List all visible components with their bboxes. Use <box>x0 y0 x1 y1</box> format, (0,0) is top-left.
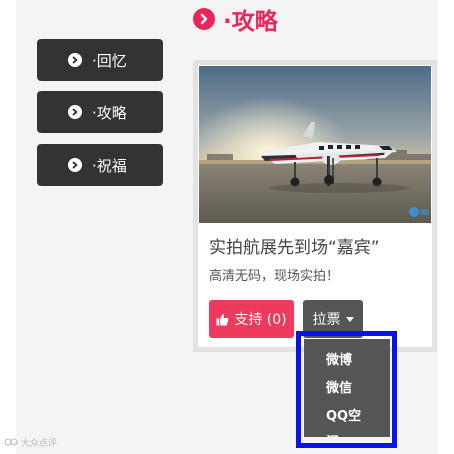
sidebar-item-memories[interactable]: ·回忆 <box>37 39 163 81</box>
support-label: 支持 (0) <box>234 312 287 328</box>
right-margin <box>438 0 454 454</box>
sidebar-item-label: ·攻略 <box>92 103 127 122</box>
chevron-right-icon <box>68 158 82 172</box>
vote-button[interactable]: 拉票 <box>303 300 363 338</box>
post-description: 高清无码，现场实拍！ <box>209 269 340 284</box>
vote-label: 拉票 <box>312 312 341 328</box>
sidebar-item-label: ·回忆 <box>92 51 127 70</box>
circle-arrow-icon <box>193 8 215 30</box>
sidebar-item-guide[interactable]: ·攻略 <box>37 91 163 133</box>
watermark-text: 大众点评 <box>20 439 57 449</box>
thumbs-up-icon <box>216 313 229 326</box>
chevron-right-icon <box>68 53 82 67</box>
page: ·攻略 ·回忆 ·攻略 ·祝福 实拍航展先到场“嘉宾” 高清无码，现场实拍！ 支… <box>0 0 454 454</box>
share-dropdown-menu: 微博 微信 QQ空 间 <box>304 339 390 437</box>
share-wechat-item[interactable]: 微信 <box>326 377 352 396</box>
sidebar-item-label: ·祝福 <box>92 156 127 175</box>
share-qzone-item[interactable]: QQ空 <box>326 405 361 424</box>
page-title: ·攻略 <box>193 4 278 35</box>
post-card: 实拍航展先到场“嘉宾” 高清无码，现场实拍！ 支持 (0) 拉票 <box>193 60 437 352</box>
watermark: 大众点评 <box>4 436 57 449</box>
sidebar-item-blessings[interactable]: ·祝福 <box>37 144 163 186</box>
watermark-logo-icon <box>4 438 18 449</box>
post-photo[interactable] <box>199 66 431 223</box>
support-button[interactable]: 支持 (0) <box>209 300 294 338</box>
page-title-text: ·攻略 <box>223 9 278 35</box>
caret-down-icon <box>345 316 354 322</box>
chevron-right-icon <box>68 105 82 119</box>
post-title: 实拍航展先到场“嘉宾” <box>209 238 380 258</box>
left-margin <box>0 0 16 454</box>
share-weibo-item[interactable]: 微博 <box>326 349 352 368</box>
share-qzone-item-overflow[interactable]: 间 <box>326 431 339 437</box>
